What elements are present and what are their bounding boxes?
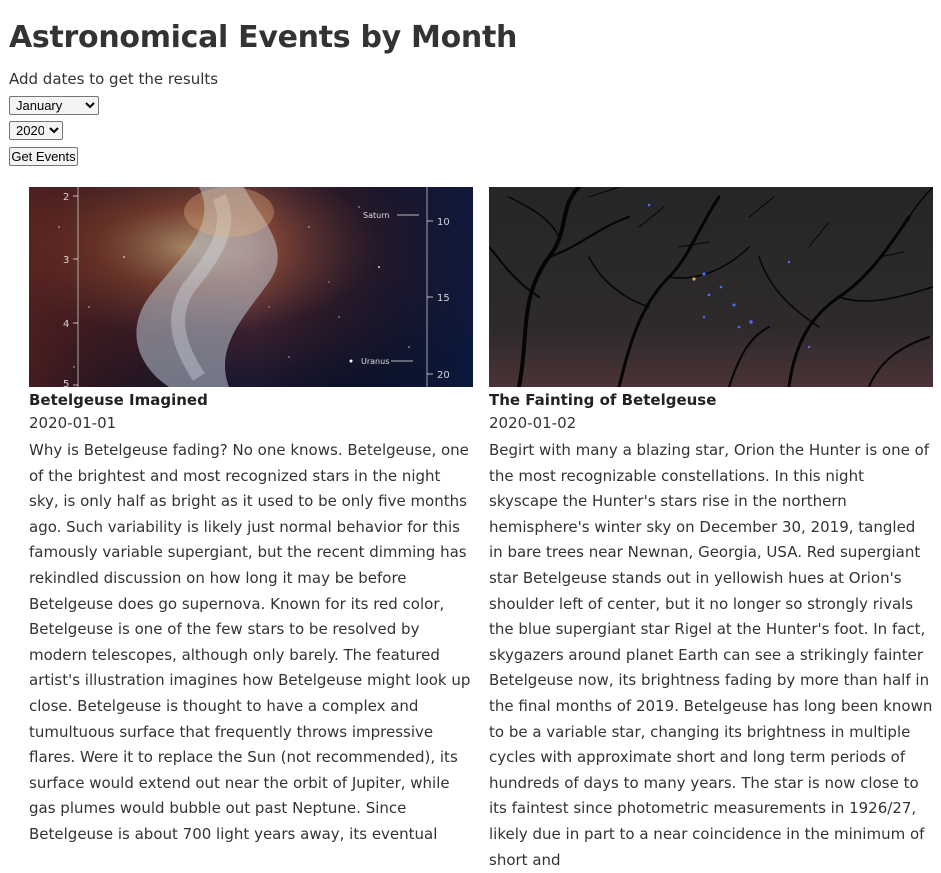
event-image-betelgeuse-imagined: 2 3 4 5 10 15 20 Saturn Uranus — [29, 187, 473, 387]
image-label-saturn: Saturn — [363, 211, 389, 220]
event-title: The Fainting of Betelgeuse — [489, 391, 717, 409]
image-tick-left: 2 — [63, 192, 69, 203]
image-tick-left: 4 — [63, 319, 69, 330]
get-events-button[interactable]: Get Events — [9, 147, 78, 166]
image-label-uranus: Uranus — [361, 357, 389, 366]
event-date: 2020-01-02 — [489, 414, 577, 432]
event-card: 2 3 4 5 10 15 20 Saturn Uranus Betelgeus… — [29, 187, 473, 848]
image-tick-left: 3 — [63, 255, 69, 266]
page-subtitle: Add dates to get the results — [9, 70, 219, 88]
year-select[interactable]: 2020 — [9, 121, 63, 140]
event-image-fainting-of-betelgeuse — [489, 187, 933, 387]
month-select[interactable]: January — [9, 96, 99, 115]
page-title: Astronomical Events by Month — [9, 20, 518, 55]
image-tick-right: 15 — [437, 293, 450, 304]
event-title: Betelgeuse Imagined — [29, 391, 208, 409]
event-explanation: Begirt with many a blazing star, Orion t… — [489, 441, 933, 869]
image-tick-right: 10 — [437, 217, 450, 228]
event-explanation: Why is Betelgeuse fading? No one knows. … — [29, 441, 471, 843]
event-card: The Fainting of Betelgeuse 2020-01-02 Be… — [489, 187, 933, 873]
image-tick-right: 20 — [437, 370, 450, 381]
image-tick-left: 5 — [63, 379, 69, 387]
event-date: 2020-01-01 — [29, 414, 117, 432]
